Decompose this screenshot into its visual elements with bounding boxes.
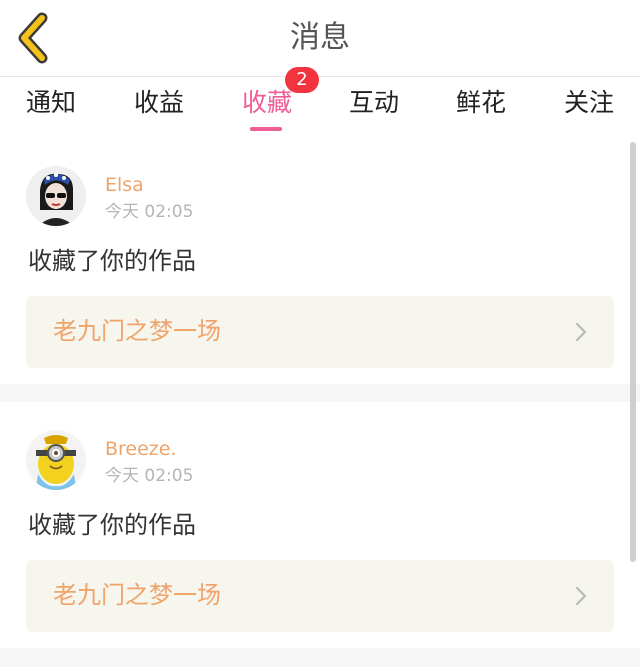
work-link[interactable]: 老九门之梦一场 (26, 296, 614, 368)
chevron-right-icon (575, 322, 587, 342)
message-list[interactable]: Elsa 今天 02:05 收藏了你的作品 老九门之梦一场 Breeze. 今天… (0, 138, 640, 667)
avatar[interactable] (26, 430, 86, 490)
work-title: 老九门之梦一场 (53, 317, 221, 345)
favorites-count-badge: 2 (285, 67, 319, 93)
list-item: Elsa 今天 02:05 收藏了你的作品 老九门之梦一场 (0, 138, 640, 384)
action-text: 收藏了你的作品 (28, 247, 196, 275)
tab-favorites[interactable]: 收藏 (242, 85, 292, 121)
user-avatar-icon (26, 430, 86, 490)
tab-earnings[interactable]: 收益 (134, 85, 184, 121)
header: 消息 (0, 0, 640, 77)
divider (0, 384, 640, 402)
user-avatar-icon (26, 166, 86, 226)
work-title: 老九门之梦一场 (53, 581, 221, 609)
timestamp: 今天 02:05 (105, 202, 194, 222)
tab-interaction[interactable]: 互动 (349, 85, 399, 121)
divider (0, 648, 640, 667)
scrollbar[interactable] (630, 142, 636, 562)
action-text: 收藏了你的作品 (28, 511, 196, 539)
username[interactable]: Elsa (105, 172, 144, 198)
avatar[interactable] (26, 166, 86, 226)
page-title: 消息 (290, 20, 350, 55)
tab-flowers[interactable]: 鲜花 (456, 85, 506, 121)
tab-notice[interactable]: 通知 (26, 85, 76, 121)
tab-bar: 通知 收益 收藏 互动 鲜花 关注 (0, 77, 640, 137)
list-item: Breeze. 今天 02:05 收藏了你的作品 老九门之梦一场 (0, 402, 640, 648)
chevron-right-icon (575, 586, 587, 606)
username[interactable]: Breeze. (105, 436, 177, 462)
timestamp: 今天 02:05 (105, 466, 194, 486)
tab-follow[interactable]: 关注 (564, 85, 614, 121)
active-tab-indicator (250, 127, 282, 131)
work-link[interactable]: 老九门之梦一场 (26, 560, 614, 632)
